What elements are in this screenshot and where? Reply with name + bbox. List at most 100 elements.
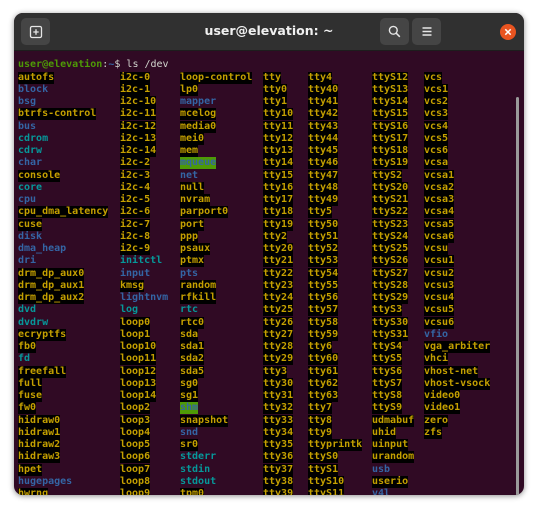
listing-entry: tty6 [308,341,333,353]
listing-entry: cpu_dma_latency [18,206,109,219]
listing-entry: vcsa6 [424,230,455,243]
listing-entry: ttyS23 [372,218,409,231]
listing-entry: tty56 [308,292,339,304]
listing-entry: tty52 [308,243,339,255]
listing-entry: vcs3 [424,108,449,121]
listing-entry: tty39 [263,488,294,495]
listing-entry: fw0 [18,402,37,415]
listing-entry: dri [18,255,37,267]
search-icon [388,25,401,38]
menu-button[interactable] [412,18,441,45]
listing-entry: freefall [18,365,67,378]
listing-entry: ttyS18 [372,145,409,157]
listing-entry: tty21 [263,255,294,268]
listing-entry: fb0 [18,341,37,353]
terminal-output[interactable]: user@elevation:~$ ls /dev autofs i2c-0 loo… [14,51,524,495]
listing-entry: tty31 [263,390,294,402]
listing-entry: vcs2 [424,96,449,108]
close-button[interactable] [500,24,516,40]
listing-entry: vcsa4 [424,206,455,219]
listing-entry: random [180,279,217,292]
listing-entry: i2c-8 [120,230,151,243]
listing-entry: psaux [180,243,211,255]
listing-entry: tty57 [308,304,339,317]
close-icon [504,28,512,36]
listing-entry: ttyS16 [372,120,409,133]
listing-entry: i2c-7 [120,218,151,231]
listing-entry: tty19 [263,218,294,231]
listing-entry: kmsg [120,279,145,292]
listing-entry: tty11 [263,120,294,133]
listing-entry: stdin [180,463,211,475]
listing-entry: ttyS26 [372,255,409,268]
listing-entry: tty28 [263,341,294,353]
listing-entry: ttyS0 [308,451,339,464]
listing-entry: urandom [372,451,415,464]
listing-entry: null [180,181,205,194]
listing-entry: tty62 [308,377,339,390]
listing-entry: loop13 [120,377,157,390]
listing-entry: tty44 [308,132,339,145]
listing-entry: tty4 [308,71,333,84]
listing-entry: tty24 [263,292,294,304]
listing-entry: sda1 [180,341,205,353]
listing-entry: initctl [120,255,163,267]
listing-entry: i2c-12 [120,120,157,133]
listing-entry: loop11 [120,353,157,366]
listing-entry: zero [424,414,449,427]
listing-entry: sda5 [180,365,205,378]
listing-entry: ttyS8 [372,390,403,402]
listing-entry: console [18,169,61,182]
listing-entry: vcsa1 [424,169,455,182]
listing-entry: vfio [424,328,449,340]
search-button[interactable] [380,18,409,45]
listing-entry: loop1 [120,328,151,341]
listing-entry: lp0 [180,83,199,96]
listing-entry: tty34 [263,426,294,439]
listing-entry: vcsu4 [424,292,455,304]
listing-entry: tty26 [263,316,294,329]
listing-entry: hidraw2 [18,439,61,451]
listing-entry: vcsa3 [424,194,455,206]
listing-entry: tty48 [308,181,339,194]
scrollbar[interactable] [516,97,519,495]
listing-entry: fd [18,353,31,365]
command-line: user@elevation:~$ ls /dev [18,59,169,71]
title-bar: user@elevation: ~ [14,13,524,51]
listing-entry: tty12 [263,132,294,145]
listing-entry: tty43 [308,120,339,133]
listing-entry: i2c-11 [120,108,157,121]
listing-entry: tty50 [308,218,339,231]
listing-entry: tty5 [308,206,333,219]
listing-entry: char [18,157,43,169]
terminal-window: user@elevation: ~ user@elevation:~$ ls /… [14,13,524,495]
listing-entry: ttyS30 [372,316,409,329]
listing-entry: tty27 [263,328,294,341]
listing-entry: tty42 [308,108,339,121]
listing-entry: tty16 [263,181,294,194]
listing-entry: hugepages [18,475,73,487]
listing-entry: tty2 [263,230,288,243]
listing-entry: tty61 [308,365,339,378]
listing-entry: full [18,377,43,390]
listing-entry: tty22 [263,267,294,280]
listing-entry: i2c-1 [120,83,151,96]
listing-entry: stdout [180,475,217,487]
listing-entry: ttyS15 [372,108,409,121]
listing-entry: ttyS11 [308,488,345,495]
listing-entry: v4l [372,488,391,495]
listing-entry: tty36 [263,451,294,464]
listing-entry: tty55 [308,279,339,292]
listing-entry: block [18,83,49,95]
listing-entry: tty60 [308,353,339,366]
listing-entry: tty51 [308,230,339,243]
listing-entry: vhci [424,353,449,366]
listing-entry: snd [180,426,199,438]
listing-entry: input [120,267,151,279]
listing-entry: tpm0 [180,488,205,495]
listing-entry: ttyS17 [372,132,409,145]
listing-entry: dma_heap [18,243,67,254]
listing-entry: i2c-6 [120,206,151,219]
listing-entry: tty35 [263,439,294,451]
listing-entry: ttyS1 [308,463,339,476]
